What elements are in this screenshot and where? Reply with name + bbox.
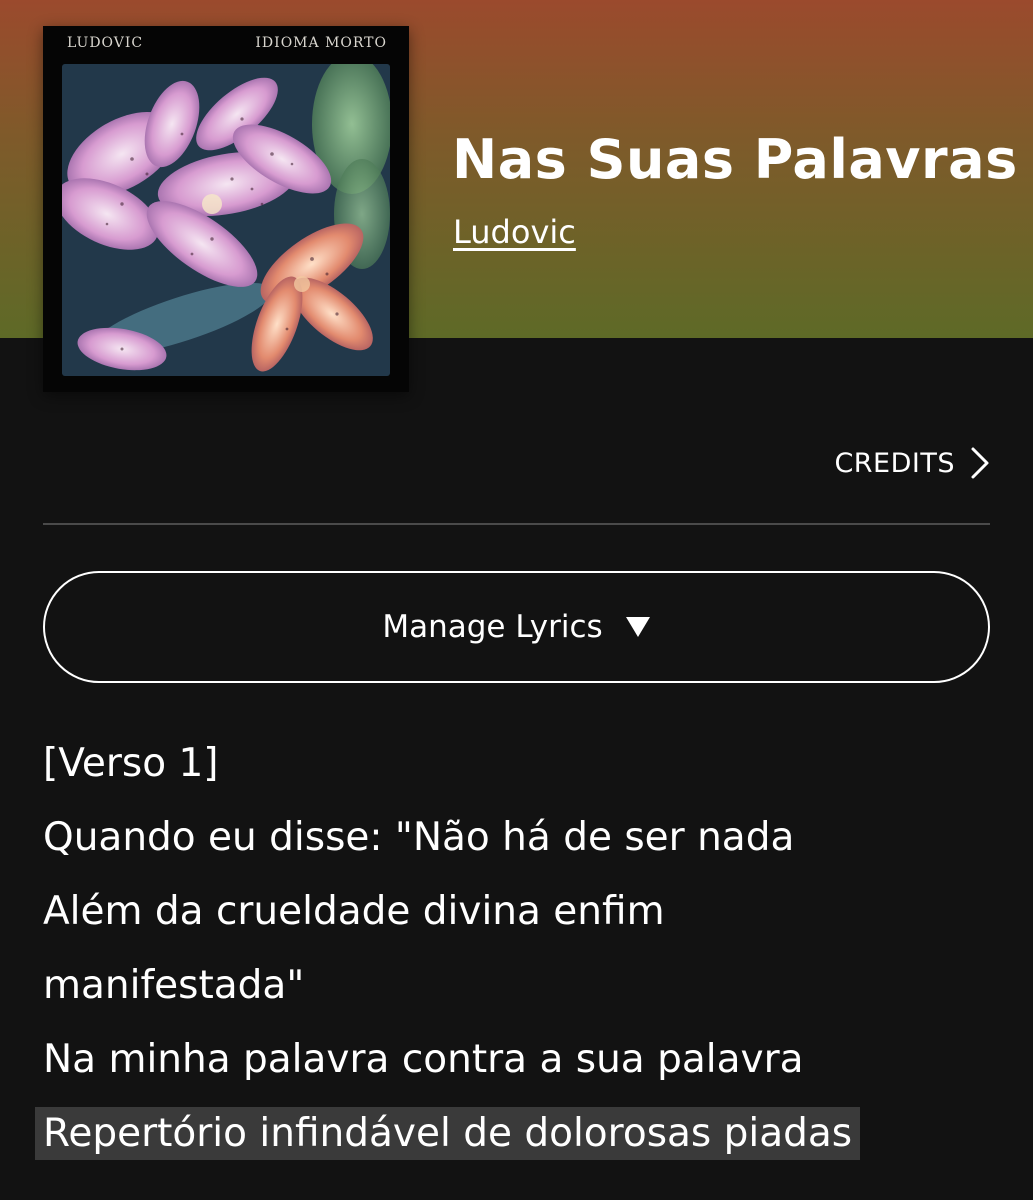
lyric-line-section-header: [Verso 1]	[43, 741, 219, 786]
credits-label: CREDITS	[834, 447, 955, 479]
album-cover: LUDOVIC IDIOMA MORTO	[43, 26, 409, 392]
lyric-line[interactable]: manifestada"	[43, 949, 993, 1023]
lyric-line-highlighted[interactable]: Repertório infindável de dolorosas piada…	[35, 1097, 993, 1171]
lyric-line[interactable]: Além da crueldade divina enfim	[43, 875, 993, 949]
song-title: Nas Suas Palavras	[452, 128, 1018, 191]
cover-artist-label: LUDOVIC	[67, 35, 144, 51]
cover-artwork	[62, 64, 390, 376]
highlighted-lyric-text: Repertório infindável de dolorosas piada…	[35, 1107, 861, 1160]
cover-album-label: IDIOMA MORTO	[255, 35, 387, 51]
manage-lyrics-button[interactable]: Manage Lyrics	[43, 571, 990, 683]
lyric-line[interactable]: Quando eu disse: "Não há de ser nada	[43, 801, 993, 875]
manage-lyrics-label: Manage Lyrics	[382, 609, 603, 645]
divider	[43, 523, 990, 525]
lyrics-body: [Verso 1] Quando eu disse: "Não há de se…	[35, 727, 993, 1171]
credits-button[interactable]: CREDITS	[834, 446, 991, 480]
lyric-line[interactable]: Na minha palavra contra a sua palavra	[43, 1023, 993, 1097]
chevron-right-icon	[971, 447, 989, 479]
artist-link[interactable]: Ludovic	[453, 213, 576, 251]
caret-down-icon	[625, 617, 650, 637]
